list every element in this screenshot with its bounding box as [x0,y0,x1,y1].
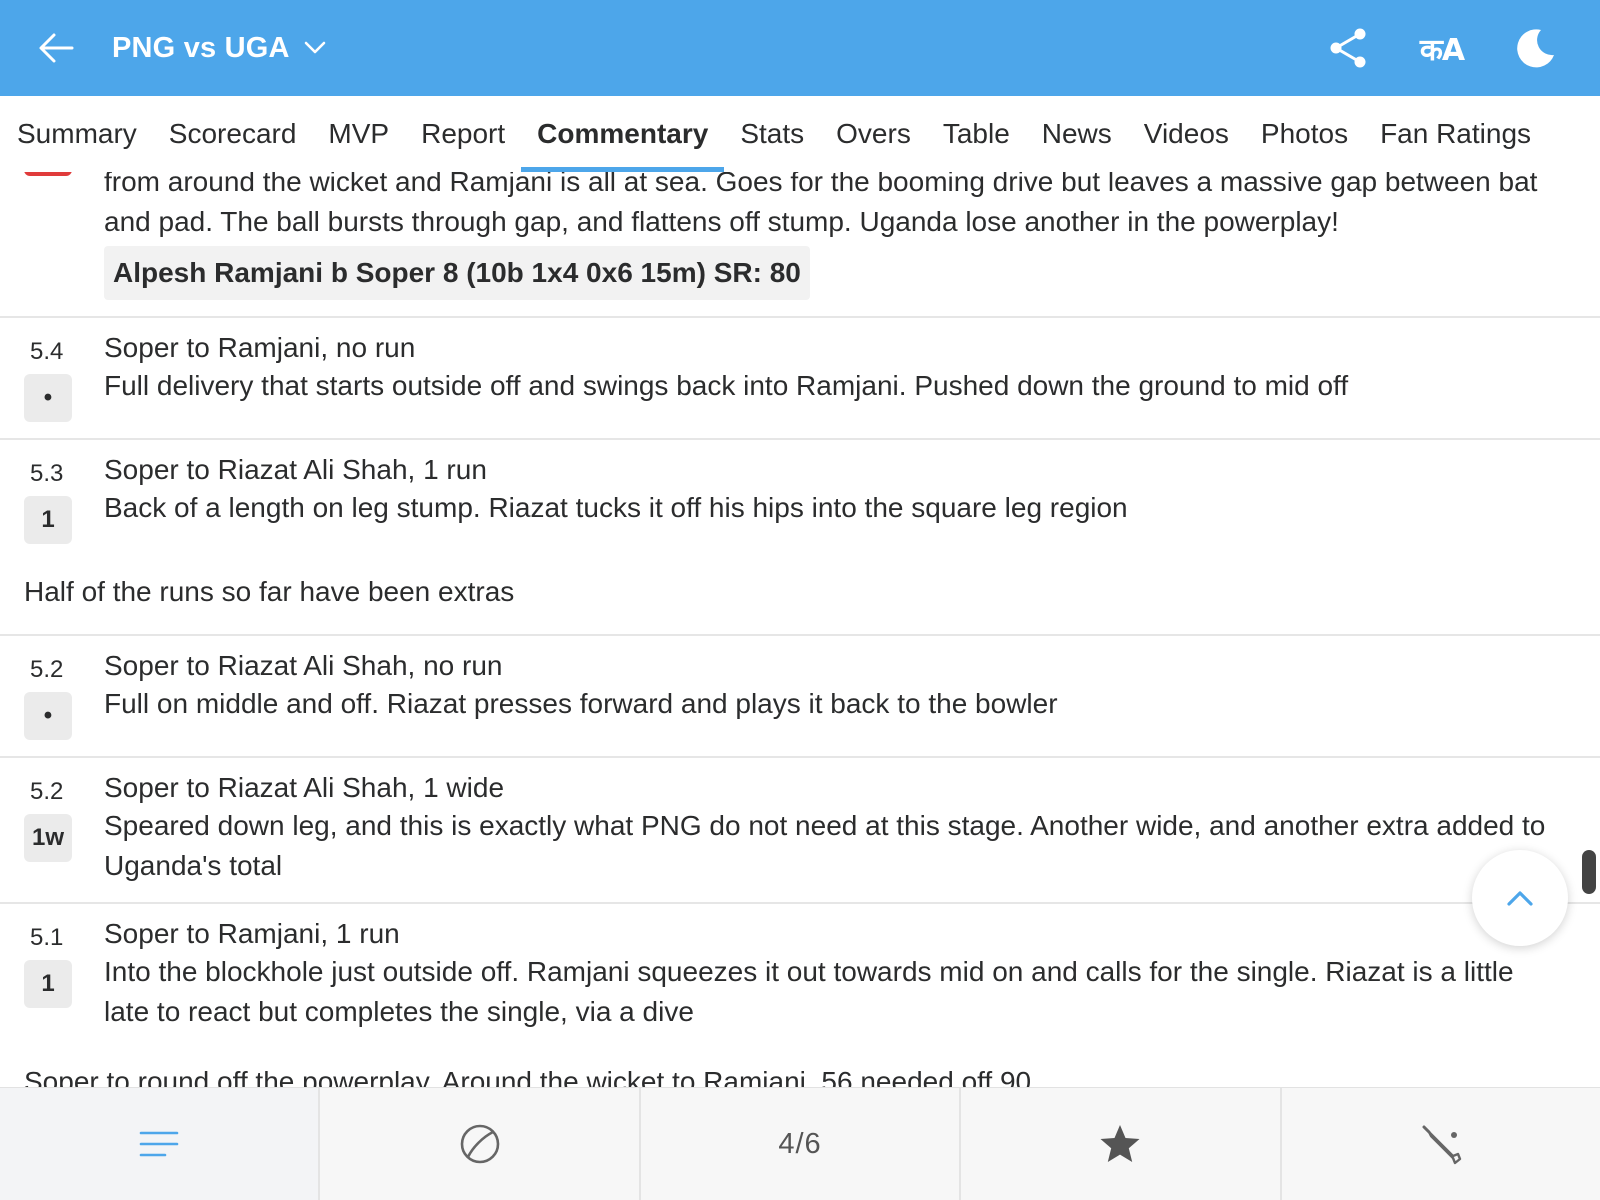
commentary-body: Back of a length on leg stump. Riazat tu… [104,492,1128,523]
menu-button[interactable] [0,1088,321,1200]
tab-photos[interactable]: Photos [1245,96,1364,172]
match-selector[interactable]: PNG vs UGA [112,28,326,68]
commentary-body: Into the blockhole just outside off. Ram… [104,956,1514,1027]
ball-result-badge: 1w [24,814,72,862]
tab-report[interactable]: Report [405,96,521,172]
commentary-item: 5.2 • Soper to Riazat Ali Shah, no run F… [0,636,1600,758]
commentary-body: Full on middle and off. Riazat presses f… [104,688,1058,719]
commentary-feed[interactable]: from around the wicket and Ramjani is al… [0,172,1600,1087]
dark-mode-button[interactable] [1512,24,1560,72]
tab-stats[interactable]: Stats [724,96,820,172]
share-icon [1330,28,1366,68]
commentary-headline: Soper to Riazat Ali Shah, 1 wide [104,772,505,803]
commentary-headline: Soper to Ramjani, no run [104,332,416,363]
commentary-body: Speared down leg, and this is exactly wh… [104,810,1546,881]
share-button[interactable] [1324,24,1372,72]
scrollbar-thumb[interactable] [1582,850,1596,894]
commentary-body: from around the wicket and Ramjani is al… [104,172,1538,237]
language-icon: कA [1419,32,1465,68]
page-indicator: 4/6 [778,1127,822,1160]
over-number: 5.4 [30,338,64,365]
chevron-down-icon [304,41,325,54]
tab-commentary[interactable]: Commentary [521,96,725,172]
dark-mode-icon [1517,29,1554,68]
commentary-item: 5.3 1 Soper to Riazat Ali Shah, 1 run Ba… [0,440,1600,636]
commentary-cut-off-text: Soper to round off the powerplay. Around… [24,1066,1032,1087]
tab-news[interactable]: News [1026,96,1128,172]
ball-icon [460,1124,499,1164]
ball-result-badge: • [24,692,72,740]
commentary-item: 5.1 1 Soper to Ramjani, 1 run Into the b… [0,904,1600,1087]
over-number: 5.1 [30,924,64,951]
back-arrow-icon [39,33,74,63]
commentary-item: 5.2 1w Soper to Riazat Ali Shah, 1 wide … [0,758,1600,904]
commentary-headline: Soper to Ramjani, 1 run [104,918,400,949]
wicket-badge [24,172,72,176]
bat-icon [1422,1125,1462,1165]
commentary-note: Half of the runs so far have been extras [24,576,515,607]
commentary-item-wicket: from around the wicket and Ramjani is al… [0,172,1600,318]
dismissal-summary: Alpesh Ramjani b Soper 8 (10b 1x4 0x6 15… [104,246,810,300]
ball-result-badge: 1 [24,960,72,1008]
over-number: 5.2 [30,778,64,805]
match-title: PNG vs UGA [112,31,290,64]
ball-result-badge: 1 [24,496,72,544]
scorecard-button[interactable] [1282,1088,1600,1200]
tab-overs[interactable]: Overs [820,96,927,172]
tab-scorecard[interactable]: Scorecard [153,96,313,172]
commentary-headline: Soper to Riazat Ali Shah, 1 run [104,454,487,485]
commentary-headline: Soper to Riazat Ali Shah, no run [104,650,503,681]
tab-table[interactable]: Table [927,96,1026,172]
commentary-body: Full delivery that starts outside off an… [104,370,1349,401]
tab-summary[interactable]: Summary [17,96,153,172]
tab-mvp[interactable]: MVP [312,96,405,172]
over-number: 5.3 [30,460,64,487]
tab-fan-ratings[interactable]: Fan Ratings [1364,96,1547,172]
menu-icon [139,1131,179,1157]
favorite-button[interactable] [961,1088,1282,1200]
tab-videos[interactable]: Videos [1128,96,1245,172]
ball-result-badge: • [24,374,72,422]
scroll-to-top-button[interactable] [1472,850,1568,946]
bottom-nav: 4/6 [0,1087,1600,1200]
page-indicator-button[interactable]: 4/6 [641,1088,962,1200]
back-button[interactable] [34,26,78,70]
star-icon [1100,1125,1140,1162]
live-ball-button[interactable] [320,1088,641,1200]
language-button[interactable]: कA [1418,24,1466,72]
over-number: 5.2 [30,656,64,683]
tab-bar: Summary Scorecard MVP Report Commentary Stats… [0,96,1600,172]
chevron-up-icon [1507,891,1533,906]
commentary-item: 5.4 • Soper to Ramjani, no run Full deli… [0,318,1600,440]
app-header: PNG vs UGA कA [0,0,1600,96]
